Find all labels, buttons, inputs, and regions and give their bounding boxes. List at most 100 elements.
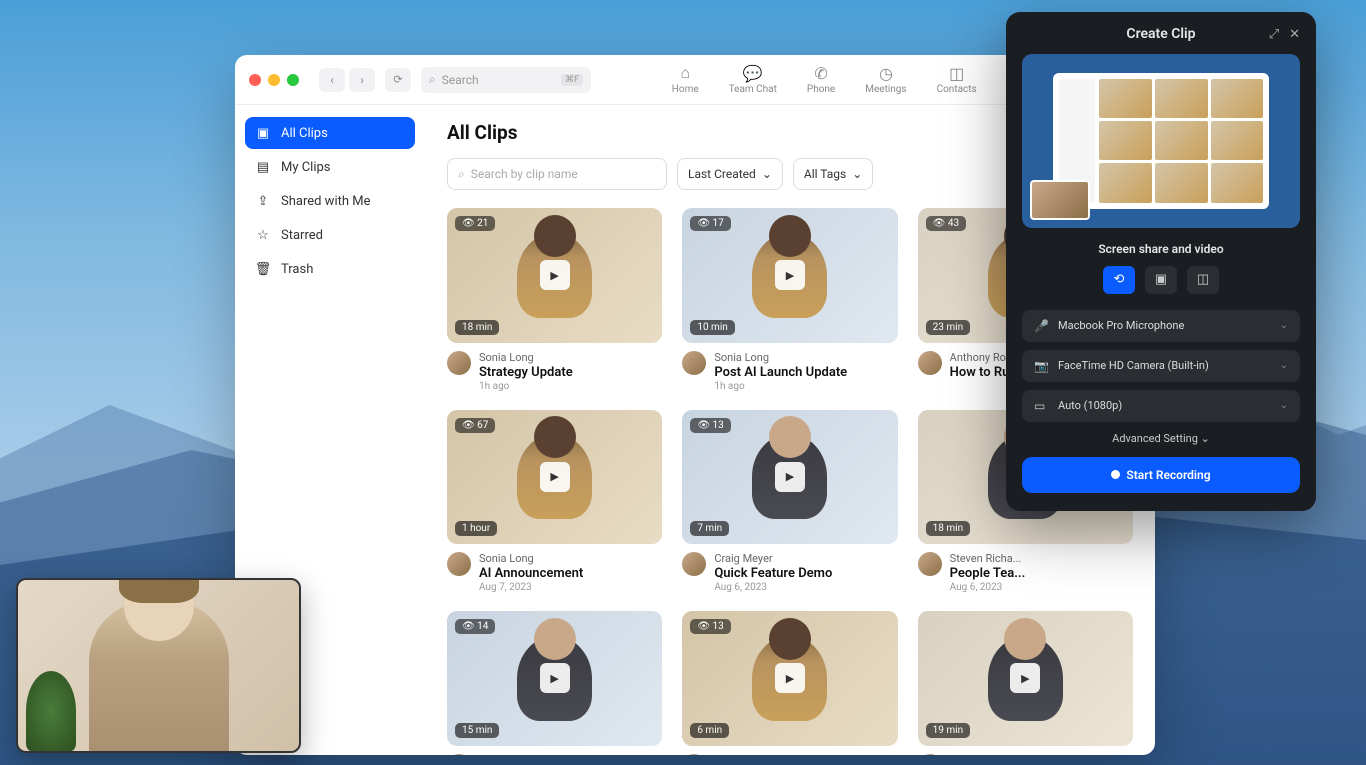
close-icon[interactable]: ✕: [1289, 27, 1300, 42]
clip-author: Sonia Long: [714, 754, 819, 755]
play-icon: ▶: [775, 260, 805, 290]
trash-icon: 🗑: [255, 261, 271, 277]
global-search[interactable]: ⌕ Search ⌘F: [421, 67, 591, 93]
my-clips-icon: ▤: [255, 159, 271, 175]
play-icon: ▶: [1010, 663, 1040, 693]
camera-icon: 📷: [1034, 359, 1048, 373]
duration-badge: 19 min: [926, 723, 970, 738]
views-badge: 👁 67: [455, 418, 495, 433]
clip-thumbnail: 👁 67 1 hour ▶: [447, 410, 662, 545]
clip-thumbnail: 👁 14 15 min ▶: [447, 611, 662, 746]
search-icon: ⌕: [429, 72, 436, 87]
author-avatar: [447, 351, 471, 375]
views-badge: 👁 17: [690, 216, 730, 231]
preview-pip: [1030, 180, 1090, 220]
home-icon: ⌂: [675, 64, 695, 82]
clip-author: Craig Meyer: [714, 552, 832, 565]
quality-select[interactable]: ▭ Auto (1080p) ⌄: [1022, 390, 1300, 422]
play-icon: ▶: [540, 260, 570, 290]
mode-video-only[interactable]: ◫: [1187, 266, 1219, 294]
clip-card[interactable]: 👁 67 1 hour ▶ Sonia Long AI Announcement…: [447, 410, 662, 594]
chat-icon: 💬: [743, 64, 763, 82]
play-icon: ▶: [775, 663, 805, 693]
clip-author: Steven Richardson: [950, 754, 1090, 755]
chevron-down-icon: ⌄: [1280, 360, 1288, 371]
clip-title: Quick Feature Demo: [714, 566, 832, 581]
clip-title: AI Announcement: [479, 566, 583, 581]
duration-badge: 7 min: [690, 521, 729, 536]
chevron-down-icon: ⌄: [852, 167, 862, 181]
chevron-down-icon: ⌄: [1280, 320, 1288, 331]
maximize-window[interactable]: [287, 74, 299, 86]
clip-card[interactable]: 👁 13 7 min ▶ Craig Meyer Quick Feature D…: [682, 410, 897, 594]
mode-screen-video[interactable]: ⟲: [1103, 266, 1135, 294]
tab-team-chat[interactable]: 💬Team Chat: [729, 64, 777, 95]
sidebar-item-starred[interactable]: ☆Starred: [245, 219, 415, 251]
clip-card[interactable]: 👁 14 15 min ▶ Steven Richardson New Bill…: [447, 611, 662, 755]
clip-author: Sonia Long: [714, 351, 847, 364]
camera-pip-window[interactable]: [16, 578, 301, 753]
views-badge: 👁 13: [690, 619, 730, 634]
clip-card[interactable]: 👁 21 18 min ▶ Sonia Long Strategy Update…: [447, 208, 662, 392]
recording-preview: [1022, 54, 1300, 228]
minimize-window[interactable]: [268, 74, 280, 86]
clip-author: Sonia Long: [479, 351, 573, 364]
sidebar-item-my-clips[interactable]: ▤My Clips: [245, 151, 415, 183]
sort-dropdown[interactable]: Last Created⌄: [677, 158, 783, 190]
all-clips-icon: ▣: [255, 125, 271, 141]
sidebar-item-shared[interactable]: ⇪Shared with Me: [245, 185, 415, 217]
start-recording-button[interactable]: Start Recording: [1022, 457, 1300, 493]
tab-contacts[interactable]: ◫Contacts: [937, 64, 977, 95]
clip-title: People Tea...: [950, 566, 1026, 581]
clip-title: Strategy Update: [479, 365, 573, 380]
clip-author: Steven Richardson: [479, 754, 595, 755]
microphone-select[interactable]: 🎤 Macbook Pro Microphone ⌄: [1022, 310, 1300, 342]
panel-header: Create Clip ⤢ ✕: [1022, 26, 1300, 42]
tab-phone[interactable]: ✆Phone: [807, 64, 835, 95]
sidebar-item-trash[interactable]: 🗑Trash: [245, 253, 415, 285]
nav-forward[interactable]: ›: [349, 68, 375, 92]
window-controls: [249, 74, 299, 86]
camera-feed-person: [89, 601, 229, 751]
tab-home[interactable]: ⌂Home: [672, 64, 699, 95]
play-icon: ▶: [540, 663, 570, 693]
shared-icon: ⇪: [255, 193, 271, 209]
views-badge: 👁 13: [690, 418, 730, 433]
clip-date: Aug 6, 2023: [714, 582, 832, 593]
clip-card[interactable]: 19 min ▶ Steven Richardson Benefits Anno…: [918, 611, 1133, 755]
clip-date: 1h ago: [714, 381, 847, 392]
plant-decoration: [26, 671, 76, 751]
tags-dropdown[interactable]: All Tags⌄: [793, 158, 873, 190]
search-icon: ⌕: [458, 167, 465, 182]
close-window[interactable]: [249, 74, 261, 86]
clip-thumbnail: 19 min ▶: [918, 611, 1133, 746]
duration-badge: 15 min: [455, 723, 499, 738]
duration-badge: 6 min: [690, 723, 729, 738]
clip-card[interactable]: 👁 17 10 min ▶ Sonia Long Post AI Launch …: [682, 208, 897, 392]
sidebar-item-all-clips[interactable]: ▣All Clips: [245, 117, 415, 149]
clip-thumbnail: 👁 13 6 min ▶: [682, 611, 897, 746]
expand-icon[interactable]: ⤢: [1269, 27, 1279, 42]
clip-date: Aug 7, 2023: [479, 582, 583, 593]
history-button[interactable]: ⟳: [385, 68, 411, 92]
nav-back[interactable]: ‹: [319, 68, 345, 92]
clip-thumbnail: 👁 13 7 min ▶: [682, 410, 897, 545]
tab-meetings[interactable]: ◷Meetings: [865, 64, 906, 95]
play-icon: ▶: [540, 462, 570, 492]
create-clip-panel: Create Clip ⤢ ✕ Screen share and video ⟲…: [1006, 12, 1316, 511]
clip-date: Aug 6, 2023: [950, 582, 1026, 593]
chevron-down-icon: ⌄: [762, 167, 772, 181]
mic-icon: 🎤: [1034, 319, 1048, 333]
clip-card[interactable]: 👁 13 6 min ▶ Sonia Long Next steps for 8…: [682, 611, 897, 755]
author-avatar: [682, 552, 706, 576]
clip-search-input[interactable]: ⌕Search by clip name: [447, 158, 667, 190]
contacts-icon: ◫: [947, 64, 967, 82]
camera-select[interactable]: 📷 FaceTime HD Camera (Built-in) ⌄: [1022, 350, 1300, 382]
author-avatar: [682, 351, 706, 375]
advanced-settings-toggle[interactable]: Advanced Setting ⌄: [1022, 432, 1300, 445]
duration-badge: 10 min: [690, 320, 734, 335]
section-label: Screen share and video: [1022, 242, 1300, 256]
author-avatar: [682, 754, 706, 755]
clip-thumbnail: 👁 21 18 min ▶: [447, 208, 662, 343]
mode-screen-only[interactable]: ▣: [1145, 266, 1177, 294]
